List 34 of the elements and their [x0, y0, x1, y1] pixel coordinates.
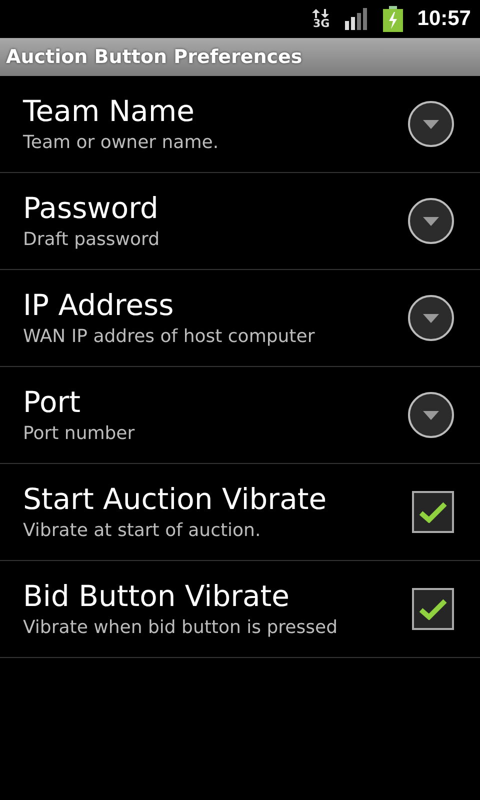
checkmark-icon	[419, 598, 447, 620]
preference-title: Start Auction Vibrate	[23, 482, 328, 516]
checkbox[interactable]	[412, 588, 454, 630]
clock-time: 10:57	[417, 7, 471, 31]
caret-icon	[423, 314, 439, 322]
battery-icon	[383, 6, 404, 32]
preference-item[interactable]: IP Address WAN IP addres of host computer	[0, 270, 480, 367]
caret-icon	[423, 410, 439, 420]
caret-icon	[423, 216, 439, 226]
dropdown-button[interactable]	[408, 101, 454, 147]
preference-title: IP Address	[23, 288, 175, 322]
preference-summary: Port number	[23, 423, 136, 444]
checkbox[interactable]	[412, 491, 454, 533]
signal-icon	[345, 8, 370, 30]
checkmark-icon	[419, 501, 447, 523]
preference-title: Port	[23, 386, 82, 420]
preference-summary: Draft password	[23, 229, 161, 250]
dropdown-button[interactable]	[408, 295, 454, 341]
preference-title: Bid Button Vibrate	[23, 580, 291, 614]
preference-summary: WAN IP addres of host computer	[23, 326, 316, 348]
preference-summary: Vibrate when bid button is pressed	[23, 617, 338, 638]
preference-title: Password	[23, 192, 160, 226]
dropdown-button[interactable]	[408, 198, 454, 244]
preference-summary: Team or owner name.	[23, 132, 220, 154]
dropdown-button[interactable]	[408, 392, 454, 438]
preference-item[interactable]: Port Port number	[0, 367, 480, 464]
preference-item[interactable]: Password Draft password	[0, 173, 480, 270]
preference-summary: Vibrate at start of auction.	[23, 520, 262, 542]
window-title: Auction Button Preferences	[6, 46, 302, 68]
caret-icon	[423, 120, 439, 128]
preference-title: Team Name	[23, 94, 196, 128]
preference-item[interactable]: Team Name Team or owner name.	[0, 76, 480, 173]
preference-item[interactable]: Bid Button Vibrate Vibrate when bid button is pressed	[0, 561, 480, 658]
preference-item[interactable]: Start Auction Vibrate Vibrate at start of auction.	[0, 464, 480, 561]
